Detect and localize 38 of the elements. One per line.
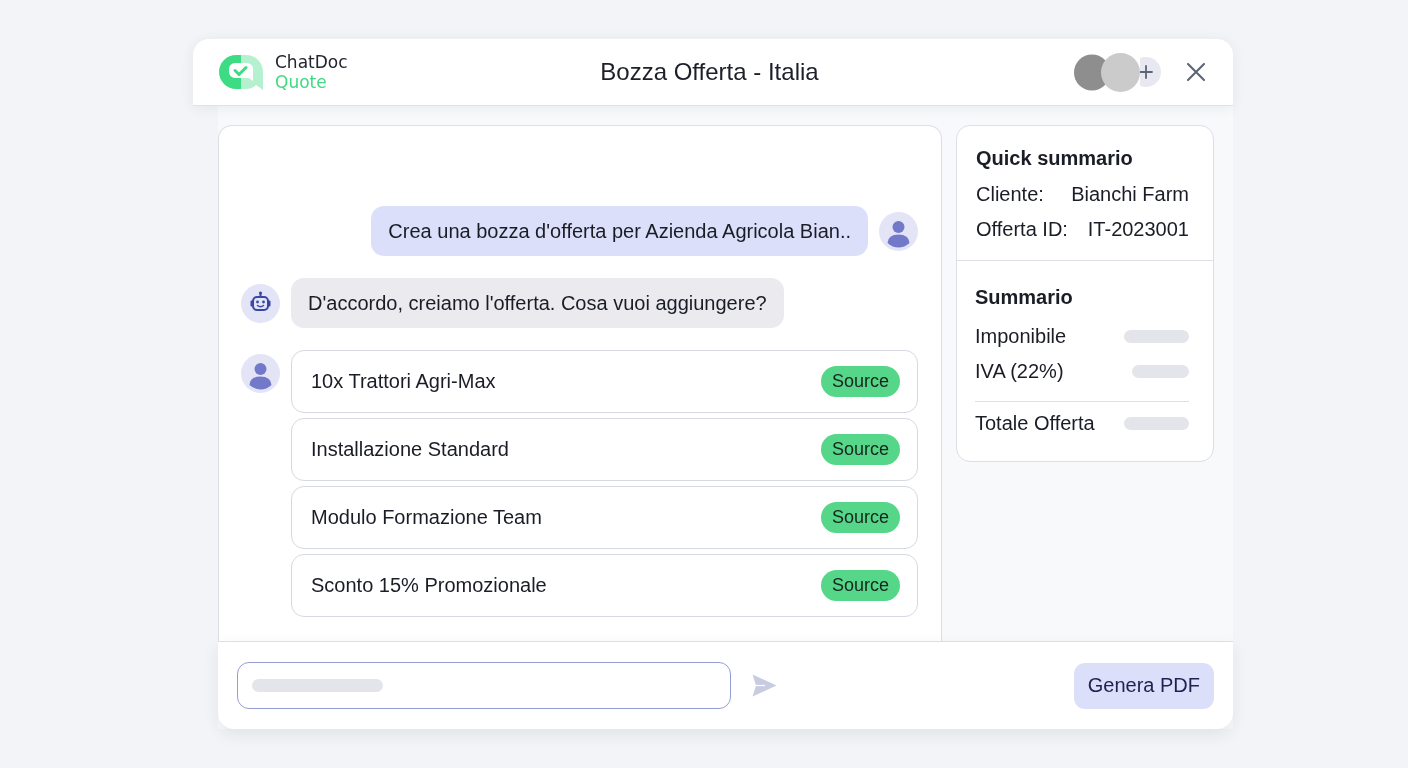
quote-item-card[interactable]: Installazione Standard Source <box>291 418 918 481</box>
avatar-stack-icon[interactable] <box>1074 52 1140 92</box>
value-skeleton-bar <box>1124 417 1189 430</box>
value-skeleton-bar <box>1132 365 1189 378</box>
quote-item-card[interactable]: Sconto 15% Promozionale Source <box>291 554 918 617</box>
bot-message-bubble: D'accordo, creiamo l'offerta. Cosa vuoi aggiungere? <box>291 278 784 328</box>
source-chip[interactable]: Source <box>820 570 900 601</box>
item-label: Sconto 15% Promozionale <box>311 574 547 597</box>
summary-label: Imponibile <box>975 325 1067 348</box>
message-input[interactable] <box>237 662 731 709</box>
summary-label: Totale Offerta <box>975 412 1095 435</box>
item-label: Installazione Standard <box>311 438 509 461</box>
source-chip[interactable]: Source <box>820 502 900 533</box>
add-icon[interactable] <box>1140 57 1161 87</box>
item-label: 10x Trattori Agri-Max <box>311 370 496 393</box>
close-icon[interactable] <box>1187 63 1205 81</box>
field-value: IT-2023001 <box>1087 217 1189 242</box>
section-title: Quick summario <box>976 146 1134 170</box>
user-message-bubble: Crea una bozza d'offerta per Azienda Agricola Bian.. <box>371 206 868 256</box>
summary-label: IVA (22%) <box>975 360 1064 383</box>
quote-item-card[interactable]: Modulo Formazione Team Source <box>291 486 918 549</box>
quote-item-card[interactable]: 10x Trattori Agri-Max Source <box>291 350 918 413</box>
source-chip[interactable]: Source <box>820 366 900 397</box>
field-label: Cliente: <box>976 182 1044 207</box>
person-avatar-icon <box>241 354 280 393</box>
field-value: Bianchi Farm <box>1071 182 1189 207</box>
generate-pdf-button[interactable]: Genera PDF <box>1073 662 1214 709</box>
chat-bubble-logo-icon <box>218 53 264 91</box>
field-label: Offerta ID: <box>976 217 1068 242</box>
robot-avatar-icon <box>241 283 280 323</box>
source-chip[interactable]: Source <box>820 434 900 465</box>
item-label: Modulo Formazione Team <box>311 506 542 529</box>
value-skeleton-bar <box>1124 330 1189 343</box>
brand-name: ChatDoc <box>275 52 348 72</box>
window-title: Bozza Offerta - Italia <box>599 58 820 86</box>
section-title: Summario <box>975 285 1074 309</box>
product-name: Quote <box>275 72 328 92</box>
person-avatar-icon <box>879 211 918 251</box>
